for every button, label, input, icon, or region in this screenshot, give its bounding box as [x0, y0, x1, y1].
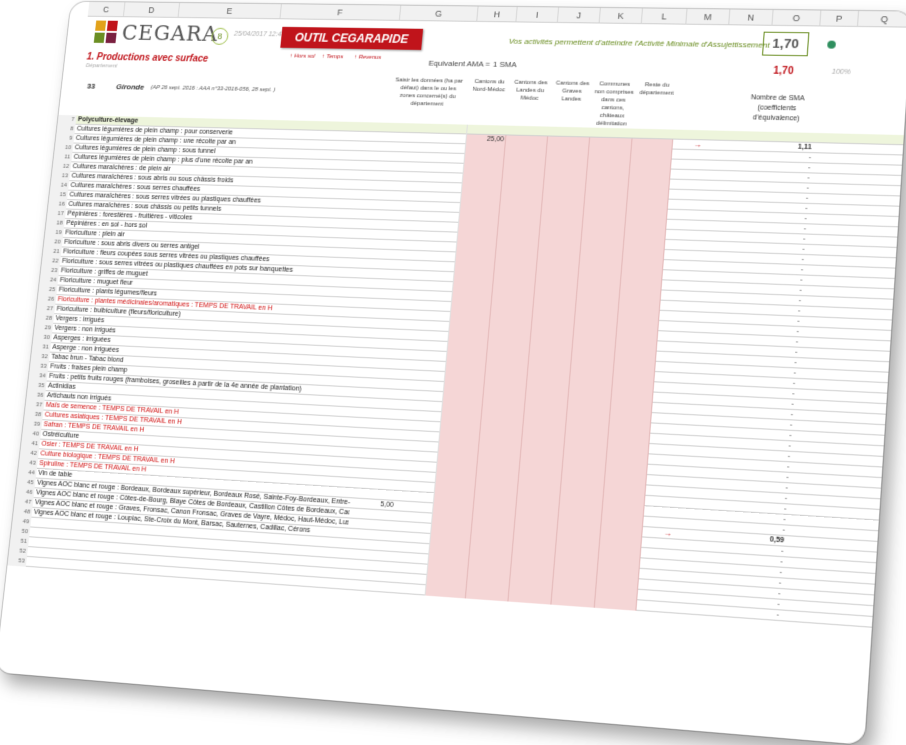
brand-name: CEGARA: [120, 21, 220, 47]
department-name: Gironde: [115, 82, 145, 92]
row-number[interactable]: 9: [55, 133, 75, 144]
row-number[interactable]: 7: [57, 114, 77, 125]
input-cell-zone[interactable]: [465, 588, 510, 602]
row-number[interactable]: 12: [52, 161, 72, 172]
column-header[interactable]: O: [772, 9, 822, 27]
row-number[interactable]: 13: [51, 171, 71, 182]
link-hors-sol-label: Hors sol: [293, 53, 316, 60]
equivalent-label: Equivalent AMA =: [428, 58, 491, 69]
column-header[interactable]: I: [516, 6, 560, 23]
department-number: 33: [86, 81, 96, 91]
row-number[interactable]: 11: [53, 152, 73, 163]
column-headers: CDEFGHIJKLMNOPQ: [71, 1, 906, 28]
col-head-zone1: Cantons du Nord-Médoc: [472, 78, 506, 94]
column-header[interactable]: C: [87, 1, 126, 18]
status-dot-icon: [827, 40, 837, 49]
link-hors-sol[interactable]: ↑ Hors sol: [289, 54, 315, 60]
link-temps[interactable]: ↑ Temps: [322, 54, 344, 60]
total-sma-box[interactable]: 1,70: [761, 31, 810, 57]
column-header[interactable]: F: [280, 4, 402, 21]
column-header[interactable]: N: [729, 9, 774, 26]
section-subtitle: Département: [85, 63, 118, 70]
col-head-zone4: Communes non comprises dans ces cantons,…: [594, 81, 634, 128]
col-head-zone2: Cantons des Landes du Médoc: [513, 79, 548, 102]
tool-title: OUTIL CEGARAPIDE AMA: [280, 26, 424, 67]
column-header[interactable]: H: [477, 6, 518, 23]
column-header[interactable]: Q: [857, 10, 906, 28]
input-cell-zone[interactable]: [594, 597, 638, 611]
column-header[interactable]: M: [686, 8, 731, 26]
link-revenus-label: Revenus: [358, 54, 382, 61]
cegara-logo-icon: [93, 20, 120, 46]
section-total: 1,70: [772, 65, 794, 78]
tool-title-text: OUTIL CEGARAPIDE: [294, 30, 409, 46]
col-head-default: Saisir les données (ha par défaut) dans …: [394, 77, 464, 108]
row-number[interactable]: 14: [50, 180, 70, 191]
column-header[interactable]: P: [820, 10, 860, 27]
badge: 8: [210, 27, 230, 45]
motto-text: Vos activités permettent d'atteindre l'A…: [508, 36, 770, 50]
col-head-zone5: Reste du département: [639, 82, 674, 97]
link-temps-label: Temps: [325, 54, 344, 61]
input-cell-zone[interactable]: [508, 591, 553, 605]
column-header[interactable]: G: [399, 5, 479, 22]
row-number[interactable]: 53: [7, 555, 27, 567]
row-number[interactable]: 15: [48, 189, 69, 201]
department-reference: (AP 26 sept. 2016 : AAA n°33-2016-056, 2…: [150, 85, 276, 94]
arrow-right-icon: →: [693, 140, 702, 150]
percent-label: 100%: [831, 68, 851, 77]
column-header[interactable]: D: [123, 2, 181, 18]
column-header[interactable]: E: [178, 2, 282, 20]
row-number[interactable]: 10: [54, 143, 74, 153]
input-cell-zone[interactable]: [551, 594, 596, 608]
col-head-zone3: Cantons des Graves Landes: [555, 80, 590, 103]
column-header[interactable]: K: [599, 7, 643, 25]
link-revenus[interactable]: ↑ Revenus: [354, 55, 382, 61]
spreadsheet: CDEFGHIJKLMNOPQ CEGARA 8 25/04/2017 12:4…: [0, 1, 906, 745]
arrow-right-icon: →: [663, 528, 673, 539]
row-number[interactable]: 8: [56, 124, 76, 135]
spreadsheet-window: CDEFGHIJKLMNOPQ CEGARA 8 25/04/2017 12:4…: [0, 1, 906, 745]
column-header[interactable]: J: [557, 7, 601, 24]
sma-column-head: Nombre de SMA (coefficients d'équivalenc…: [750, 94, 805, 123]
equivalent-value: 1 SMA: [492, 59, 517, 70]
column-header[interactable]: L: [641, 8, 688, 25]
input-cell-zone[interactable]: [425, 585, 467, 599]
